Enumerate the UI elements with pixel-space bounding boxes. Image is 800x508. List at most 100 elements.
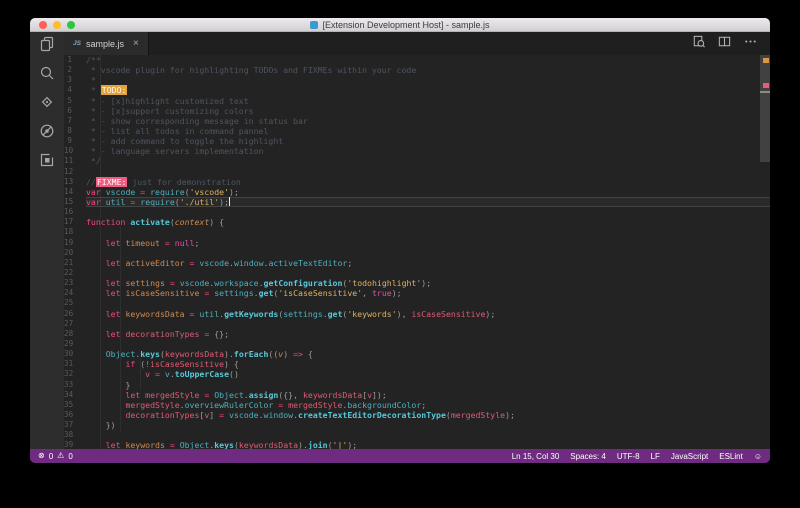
code-line[interactable]: 2 * vscode plugin for highlighting TODOs… xyxy=(64,65,770,75)
sidebar-item-extensions[interactable] xyxy=(38,153,56,171)
code-line[interactable]: 30 Object.keys(keywordsData).forEach((v)… xyxy=(64,349,770,359)
scrollbar-slider[interactable] xyxy=(760,55,770,162)
code-line[interactable]: 7 * - show corresponding message in stat… xyxy=(64,116,770,126)
code-line[interactable]: 22 xyxy=(64,268,770,278)
line-number: 34 xyxy=(64,389,74,399)
sidebar-item-debug[interactable] xyxy=(38,123,56,144)
tab-sample-js[interactable]: JS sample.js × xyxy=(64,32,149,55)
error-count[interactable]: 0 xyxy=(49,452,53,461)
todo-ruler-mark xyxy=(763,58,769,63)
line-number: 27 xyxy=(64,318,74,328)
debug-icon xyxy=(39,123,55,144)
code-line[interactable]: 31 if (!isCaseSensitive) { xyxy=(64,359,770,369)
cursor-ruler-mark xyxy=(760,91,770,93)
warning-count[interactable]: 0 xyxy=(68,452,72,461)
more-actions-button[interactable] xyxy=(743,34,758,54)
vscode-window: [Extension Development Host] - sample.js… xyxy=(30,18,770,463)
code-line[interactable]: 33 } xyxy=(64,380,770,390)
line-number: 26 xyxy=(64,308,74,318)
feedback-icon[interactable]: ☺ xyxy=(754,452,762,461)
code-line[interactable]: 36 decorationTypes[v] = vscode.window.cr… xyxy=(64,410,770,420)
split-editor-icon xyxy=(717,36,732,53)
line-number: 2 xyxy=(67,65,72,75)
code-line[interactable]: 6 * - [x]support customizing colors xyxy=(64,106,770,116)
code-line[interactable]: 1/** xyxy=(64,55,770,65)
code-line[interactable]: 10 * - language servers implementation xyxy=(64,146,770,156)
sidebar-item-search[interactable] xyxy=(38,65,56,86)
line-number: 18 xyxy=(64,227,74,237)
overview-ruler xyxy=(760,55,770,449)
code-line[interactable]: 9 * - add command to toggle the highligh… xyxy=(64,136,770,146)
code-line[interactable]: 17 function activate(context) { xyxy=(64,217,770,227)
line-number: 36 xyxy=(64,409,74,419)
code-line[interactable]: 13//FIXME: just for demonstration xyxy=(64,176,770,187)
code-line[interactable]: 25 xyxy=(64,298,770,308)
code-line[interactable]: 24 let isCaseSensitive = settings.get('i… xyxy=(64,288,770,298)
search-icon xyxy=(39,65,55,86)
code-line[interactable]: 3 * xyxy=(64,75,770,85)
code-line[interactable]: 27 xyxy=(64,319,770,329)
code-line[interactable]: 39 let keywords = Object.keys(keywordsDa… xyxy=(64,440,770,449)
code-line[interactable]: 20 xyxy=(64,248,770,258)
line-number: 35 xyxy=(64,399,74,409)
line-number: 22 xyxy=(64,267,74,277)
code-line[interactable]: 18 xyxy=(64,227,770,237)
line-number: 28 xyxy=(64,328,74,338)
open-preview-button[interactable] xyxy=(691,34,706,54)
code-line[interactable]: 26 let keywordsData = util.getKeywords(s… xyxy=(64,309,770,319)
window-title: [Extension Development Host] - sample.js xyxy=(322,19,490,30)
sidebar-item-source-control[interactable] xyxy=(38,96,56,113)
code-editor[interactable]: 1/** 2 * vscode plugin for highlighting T… xyxy=(64,55,770,449)
status-item-utf-8[interactable]: UTF-8 xyxy=(617,452,640,461)
close-tab-icon[interactable]: × xyxy=(133,38,139,49)
line-number: 37 xyxy=(64,420,74,430)
line-number: 8 xyxy=(67,125,72,135)
line-number: 12 xyxy=(64,166,74,176)
code-area: 1/** 2 * vscode plugin for highlighting T… xyxy=(64,55,770,449)
indent-guide xyxy=(120,227,121,431)
line-number: 5 xyxy=(67,95,72,105)
code-line[interactable]: 12 xyxy=(64,167,770,177)
error-icon[interactable]: ⊗ xyxy=(38,452,45,460)
code-line[interactable]: 19 let timeout = null; xyxy=(64,238,770,248)
code-line[interactable]: 37 }) xyxy=(64,420,770,430)
line-number: 17 xyxy=(64,217,74,227)
code-line[interactable]: 38 xyxy=(64,430,770,440)
code-line[interactable]: 35 mergedStyle.overviewRulerColor = merg… xyxy=(64,400,770,410)
todo-highlight: TODO: xyxy=(100,85,128,96)
code-line[interactable]: 21 let activeEditor = vscode.window.acti… xyxy=(64,258,770,268)
sidebar-item-explorer[interactable] xyxy=(38,36,56,55)
code-line[interactable]: 11 */ xyxy=(64,156,770,166)
traffic-lights xyxy=(39,21,75,29)
zoom-window-button[interactable] xyxy=(67,21,75,29)
code-line[interactable]: 28 let decorationTypes = {}; xyxy=(64,329,770,339)
line-number: 19 xyxy=(64,237,74,247)
line-number: 25 xyxy=(64,298,74,308)
code-line[interactable]: 32 v = v.toUpperCase() xyxy=(64,369,770,379)
line-number: 38 xyxy=(64,430,74,440)
title-bar[interactable]: [Extension Development Host] - sample.js xyxy=(30,18,770,32)
vscode-icon xyxy=(310,20,319,29)
code-line[interactable]: 16 xyxy=(64,207,770,217)
line-number: 1 xyxy=(67,55,72,64)
status-item-javascript[interactable]: JavaScript xyxy=(671,452,708,461)
code-line[interactable]: 23 let settings = vscode.workspace.getCo… xyxy=(64,278,770,288)
warning-icon[interactable]: ⚠ xyxy=(57,452,64,460)
status-item-ln-15-col-30[interactable]: Ln 15, Col 30 xyxy=(512,452,560,461)
code-line[interactable]: 14 var vscode = require('vscode'); xyxy=(64,187,770,197)
code-line[interactable]: 29 xyxy=(64,339,770,349)
editor-actions xyxy=(691,32,770,55)
minimize-window-button[interactable] xyxy=(53,21,61,29)
status-item-lf[interactable]: LF xyxy=(651,452,660,461)
split-editor-button[interactable] xyxy=(717,34,732,54)
code-line[interactable]: 4 * TODO: xyxy=(64,85,770,96)
status-bar-right: Ln 15, Col 30 Spaces: 4 UTF-8 LF JavaScript E… xyxy=(512,452,762,461)
status-item-spaces-4[interactable]: Spaces: 4 xyxy=(570,452,606,461)
close-window-button[interactable] xyxy=(39,21,47,29)
code-line[interactable]: 34 let mergedStyle = Object.assign({}, k… xyxy=(64,390,770,400)
code-line[interactable]: 5 * - [x]highlight customized text xyxy=(64,96,770,106)
line-number: 9 xyxy=(67,136,72,146)
code-line[interactable]: 15 var util = require('./util'); xyxy=(64,196,770,207)
code-line[interactable]: 8 * - list all todos in command pannel xyxy=(64,126,770,136)
status-item-eslint[interactable]: ESLint xyxy=(719,452,743,461)
